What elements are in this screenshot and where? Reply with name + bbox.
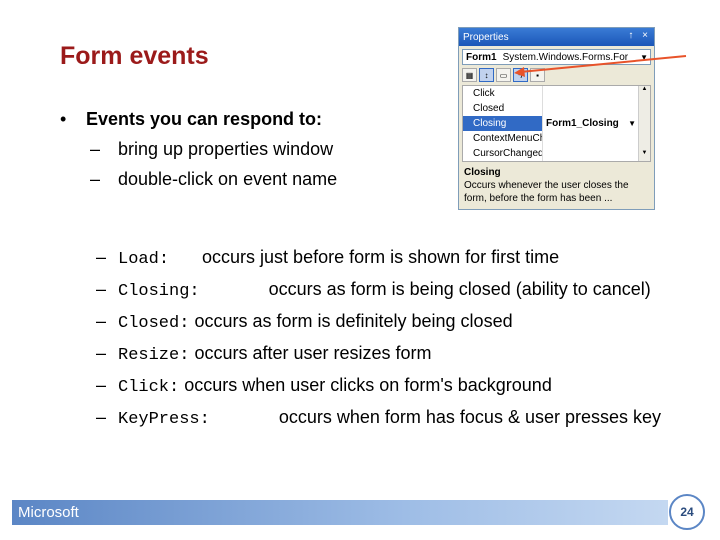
description-title: Closing — [464, 167, 501, 178]
properties-toolbar: ▦ ↕ ▭ ϟ ▪ — [462, 67, 651, 83]
page-number-badge: 24 — [669, 494, 705, 530]
scroll-up-icon[interactable]: ▲ — [639, 86, 650, 97]
grid-row-value[interactable] — [543, 131, 650, 146]
event-item: – Load: occurs just before form is shown… — [96, 244, 686, 273]
grid-row-selected[interactable]: Closing Form1_Closing ▼ — [463, 116, 650, 131]
grid-row-value[interactable]: Form1_Closing ▼ — [543, 116, 650, 131]
event-sep: : — [199, 410, 210, 429]
event-sep: : — [158, 250, 170, 269]
grid-scrollbar[interactable]: ▲ ▼ — [638, 86, 650, 161]
sub-item: – bring up properties window — [60, 134, 337, 164]
main-bullet: • Events you can respond to: — [60, 104, 337, 134]
grid-row-value-text: Form1_Closing — [546, 118, 619, 129]
grid-row-name: ContextMenuCha — [463, 131, 543, 146]
object-type: System.Windows.Forms.For — [502, 51, 629, 63]
event-item: – Resize: occurs after user resizes form — [96, 340, 686, 369]
grid-row-name: Closed — [463, 101, 543, 116]
footer-brand: Microsoft — [18, 504, 79, 521]
event-desc: occurs when user clicks on form's backgr… — [184, 375, 552, 395]
slide-title: Form events — [60, 42, 209, 70]
event-sep: : — [169, 378, 180, 397]
event-name: Closing — [118, 282, 190, 301]
sub-dash: – — [90, 169, 101, 189]
event-list: – Load: occurs just before form is shown… — [96, 244, 686, 436]
main-bullet-text: Events you can respond to: — [86, 109, 323, 129]
grid-row-name: Click — [463, 86, 543, 101]
description-panel: Closing Occurs whenever the user closes … — [462, 165, 651, 206]
event-sep: : — [189, 282, 200, 301]
grid-row-value[interactable] — [543, 146, 650, 161]
event-item: – Click: occurs when user clicks on form… — [96, 372, 686, 401]
event-dash: – — [96, 343, 107, 363]
event-dash: – — [96, 247, 107, 267]
footer-bar: Microsoft — [12, 500, 668, 525]
event-grid: Click Closed Closing Form1_Closing ▼ Cont… — [462, 85, 651, 162]
categorized-icon[interactable]: ▦ — [462, 68, 477, 82]
event-item: – Closed: occurs as form is definitely b… — [96, 308, 686, 337]
event-desc: occurs when form has focus & user presse… — [278, 407, 662, 427]
event-item: – KeyPress: occurs when form has focus &… — [96, 404, 686, 433]
event-name: Load — [118, 250, 159, 269]
bullet-list: • Events you can respond to: – bring up … — [60, 104, 337, 194]
grid-row[interactable]: CursorChanged — [463, 146, 650, 161]
event-item: – Closing: occurs as form is being close… — [96, 276, 686, 305]
grid-row-value[interactable] — [543, 101, 650, 116]
properties-icon[interactable]: ▭ — [496, 68, 511, 82]
properties-titlebar: Properties ↑ × — [459, 28, 654, 46]
event-name: Resize — [118, 346, 180, 365]
sub-dash: – — [90, 139, 101, 159]
sub-item-text: bring up properties window — [118, 139, 334, 159]
sub-item: – double-click on event name — [60, 164, 337, 194]
grid-row-name: CursorChanged — [463, 146, 543, 161]
description-text: Occurs whenever the user closes the form… — [464, 180, 629, 204]
object-name: Form1 — [466, 51, 497, 63]
chevron-down-icon[interactable]: ▼ — [640, 53, 648, 62]
event-name: Closed — [118, 314, 180, 333]
window-controls[interactable]: ↑ × — [628, 30, 651, 41]
grid-row[interactable]: Closed — [463, 101, 650, 116]
event-name: KeyPress — [118, 410, 200, 429]
event-dash: – — [96, 279, 107, 299]
events-lightning-icon[interactable]: ϟ — [513, 68, 528, 82]
event-dash: – — [96, 375, 107, 395]
object-selector[interactable]: Form1 System.Windows.Forms.For ▼ — [462, 49, 651, 65]
event-dash: – — [96, 407, 107, 427]
properties-window: Properties ↑ × Form1 System.Windows.Form… — [458, 27, 655, 210]
event-name: Click — [118, 378, 170, 397]
grid-row-value[interactable] — [543, 86, 650, 101]
event-desc: occurs as form is definitely being close… — [194, 311, 513, 331]
bullet-dot: • — [60, 109, 67, 129]
property-pages-icon[interactable]: ▪ — [530, 68, 545, 82]
grid-row[interactable]: Click — [463, 86, 650, 101]
event-sep: : — [179, 346, 190, 365]
event-dash: – — [96, 311, 107, 331]
sub-item-text: double-click on event name — [118, 169, 338, 189]
event-desc: occurs just before form is shown for fir… — [202, 247, 560, 267]
event-desc: occurs as form is being closed (ability … — [268, 279, 651, 299]
grid-row[interactable]: ContextMenuCha — [463, 131, 650, 146]
chevron-down-icon[interactable]: ▼ — [628, 116, 636, 131]
event-sep: : — [179, 314, 190, 333]
event-desc: occurs after user resizes form — [194, 343, 432, 363]
alphabetical-icon[interactable]: ↕ — [479, 68, 494, 82]
scroll-down-icon[interactable]: ▼ — [639, 150, 650, 161]
grid-row-name: Closing — [463, 116, 543, 131]
properties-title: Properties — [463, 31, 509, 43]
